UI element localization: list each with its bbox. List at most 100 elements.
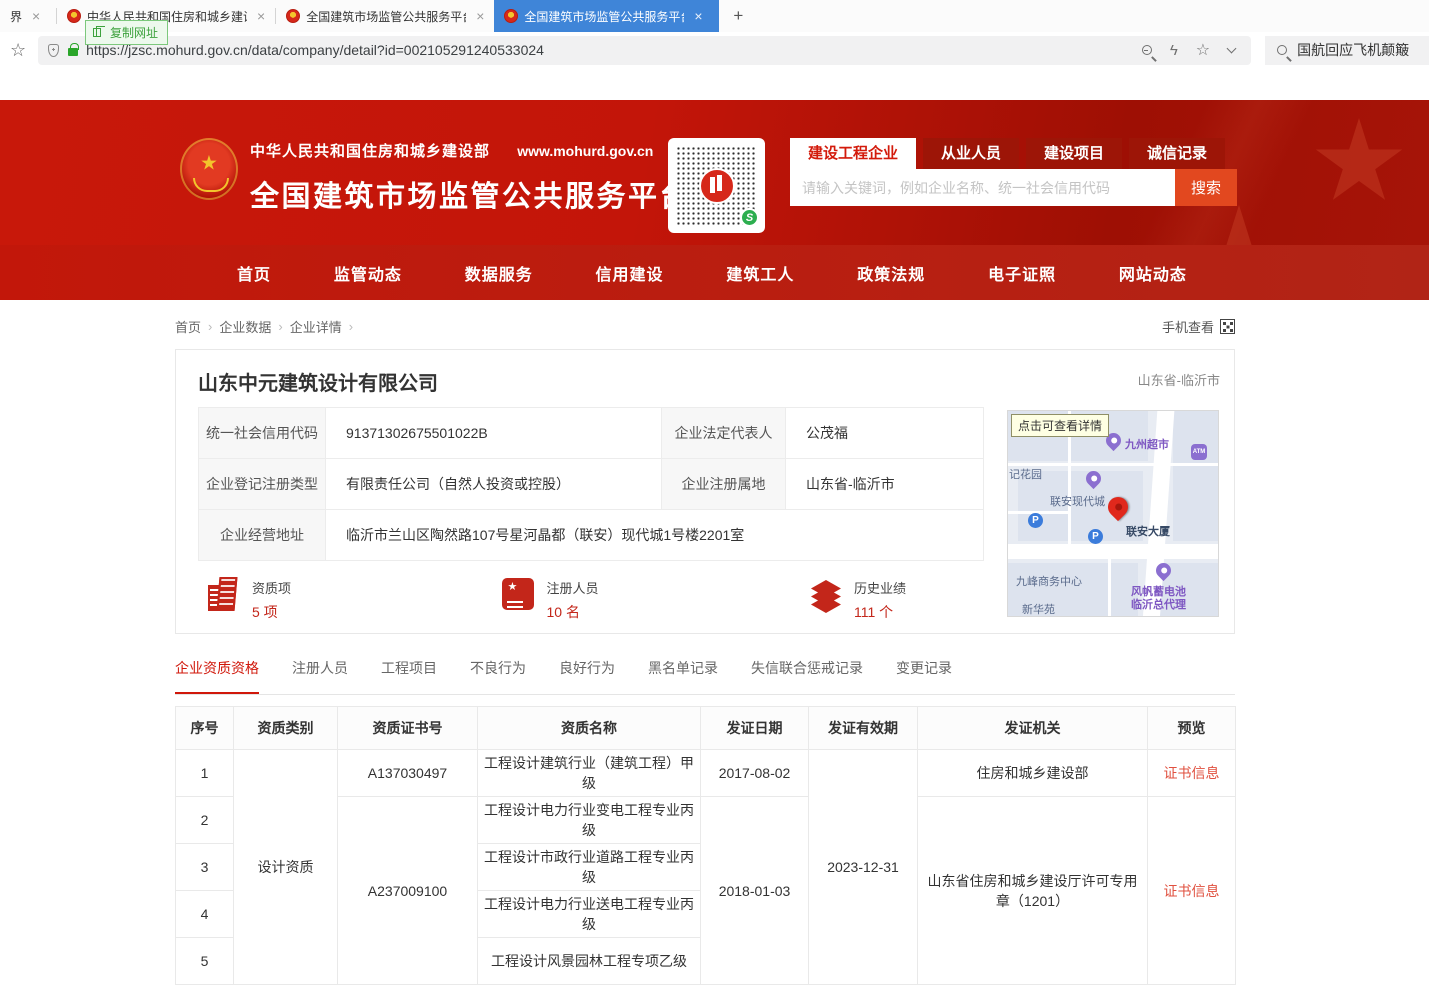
favorite-icon[interactable]: ☆ <box>1196 40 1210 60</box>
close-icon[interactable]: × <box>257 8 265 24</box>
new-tab-button[interactable]: + <box>719 0 757 32</box>
table-row: 企业登记注册类型 有限责任公司（自然人投资或控股） 企业注册属地 山东省-临沂市 <box>199 459 984 510</box>
mobile-view[interactable]: 手机查看 <box>1162 317 1235 336</box>
col-header-issue-date: 发证日期 <box>701 707 809 750</box>
copy-url-tooltip: 复制网址 <box>85 20 168 45</box>
company-card: 山东中元建筑设计有限公司 山东省-临沂市 统一社会信用代码 9137130267… <box>175 349 1235 634</box>
layers-icon <box>810 580 842 614</box>
nav-item-site-news[interactable]: 网站动态 <box>1119 261 1187 285</box>
map-label-supermarket: 九州超市 <box>1125 436 1169 452</box>
qr-code-icon[interactable] <box>1220 319 1235 334</box>
browser-toolbar: ☆ https://jzsc.mohurd.gov.cn/data/compan… <box>0 32 1429 68</box>
chevron-separator: › <box>278 319 282 334</box>
browser-tab-strip: 界 × 中华人民共和国住房和城乡建设 × 全国建筑市场监管公共服务平台 × 全国… <box>0 0 1429 32</box>
qualification-category: 设计资质 <box>234 750 338 985</box>
bookmark-star-icon[interactable]: ☆ <box>10 40 26 61</box>
stat-label: 资质项 <box>252 578 291 597</box>
search-icon <box>1277 45 1287 55</box>
breadcrumb: 首页 › 企业数据 › 企业详情 › 手机查看 <box>175 317 1235 336</box>
keyword-search-input[interactable] <box>790 169 1175 206</box>
tab-dishonesty-records[interactable]: 失信联合惩戒记录 <box>751 658 863 694</box>
stat-label: 历史业绩 <box>854 578 906 597</box>
col-header-no: 序号 <box>176 707 234 750</box>
stat-registered-personnel[interactable]: 注册人员 10 名 <box>502 578 598 622</box>
miniprogram-icon: S <box>740 208 759 227</box>
tab-good-behavior[interactable]: 良好行为 <box>559 658 615 694</box>
credit-code-label: 统一社会信用代码 <box>199 408 326 459</box>
trending-search-text[interactable]: 国航回应飞机颠簸 <box>1297 40 1409 60</box>
nav-item-policy[interactable]: 政策法规 <box>857 261 925 285</box>
url-text[interactable]: https://jzsc.mohurd.gov.cn/data/company/… <box>86 42 1142 58</box>
stat-qualifications[interactable]: 资质项 5 项 <box>206 578 291 622</box>
site-favicon-icon <box>67 9 81 23</box>
certificate-info-link[interactable]: 证书信息 <box>1164 765 1220 781</box>
browser-tab-active[interactable]: 全国建筑市场监管公共服务平台 × <box>494 0 719 32</box>
qualification-name: 工程设计电力行业送电工程专业丙级 <box>478 891 701 938</box>
issue-date: 2018-01-03 <box>701 797 809 985</box>
breadcrumb-home[interactable]: 首页 <box>175 317 201 336</box>
zoom-out-icon[interactable] <box>1142 45 1152 55</box>
issuing-authority: 住房和城乡建设部 <box>918 750 1148 797</box>
address-bar[interactable]: https://jzsc.mohurd.gov.cn/data/company/… <box>38 36 1251 65</box>
col-header-authority: 发证机关 <box>918 707 1148 750</box>
reg-type-label: 企业登记注册类型 <box>199 459 326 510</box>
company-region: 山东省-临沂市 <box>1138 370 1220 389</box>
atm-marker: ATM <box>1191 444 1207 460</box>
stat-value: 5 项 <box>252 602 291 622</box>
breadcrumb-company-data[interactable]: 企业数据 <box>219 317 271 336</box>
company-stats: 资质项 5 项 注册人员 10 名 历史业绩 111 个 <box>206 578 906 622</box>
stat-history-performance[interactable]: 历史业绩 111 个 <box>810 578 906 622</box>
close-icon[interactable]: × <box>694 8 702 24</box>
row-no: 4 <box>176 891 234 938</box>
map-label-xinhua: 新华苑 <box>1022 601 1055 617</box>
legal-rep-value: 公茂福 <box>786 408 984 459</box>
browser-tab-partial[interactable]: 界 × <box>0 0 56 32</box>
tab-projects[interactable]: 工程项目 <box>381 658 437 694</box>
issuing-authority: 山东省住房和城乡建设厅许可专用章（1201） <box>918 797 1148 985</box>
site-title-block: 中华人民共和国住房和城乡建设部 www.mohurd.gov.cn 全国建筑市场… <box>250 140 691 215</box>
stat-value: 111 个 <box>854 602 906 622</box>
tab-qualifications[interactable]: 企业资质资格 <box>175 658 259 694</box>
col-header-name: 资质名称 <box>478 707 701 750</box>
stat-label: 注册人员 <box>546 578 598 597</box>
col-header-cert-no: 资质证书号 <box>338 707 478 750</box>
tab-title: 界 <box>10 8 22 25</box>
search-tab-personnel[interactable]: 从业人员 <box>923 138 1019 169</box>
tab-blacklist[interactable]: 黑名单记录 <box>648 658 718 694</box>
browser-tab-jzsc[interactable]: 全国建筑市场监管公共服务平台 × <box>276 0 494 32</box>
secure-lock-icon <box>68 48 78 56</box>
qr-center-logo <box>699 168 735 204</box>
tab-bad-behavior[interactable]: 不良行为 <box>470 658 526 694</box>
address-value: 临沂市兰山区陶然路107号星河晶都（联安）现代城1号楼2201室 <box>326 510 984 561</box>
copy-icon <box>93 28 101 37</box>
breadcrumb-company-detail[interactable]: 企业详情 <box>290 317 342 336</box>
nav-item-credit[interactable]: 信用建设 <box>596 261 664 285</box>
lightning-icon[interactable]: ϟ <box>1170 42 1178 59</box>
tab-registered-personnel[interactable]: 注册人员 <box>292 658 348 694</box>
nav-item-supervision[interactable]: 监管动态 <box>334 261 402 285</box>
certificate-info-link[interactable]: 证书信息 <box>1164 883 1220 899</box>
search-tab-credit[interactable]: 诚信记录 <box>1129 138 1225 169</box>
shield-icon[interactable] <box>48 44 59 57</box>
map-label-lianan-modern: 联安现代城 <box>1050 493 1105 509</box>
main-nav: 首页 监管动态 数据服务 信用建设 建筑工人 政策法规 电子证照 网站动态 <box>0 245 1429 300</box>
site-favicon-icon <box>286 9 300 23</box>
search-button[interactable]: 搜索 <box>1175 169 1237 206</box>
close-icon[interactable]: × <box>32 8 40 24</box>
tab-change-records[interactable]: 变更记录 <box>896 658 952 694</box>
search-tab-project[interactable]: 建设项目 <box>1026 138 1122 169</box>
browser-search-box[interactable]: 国航回应飞机颠簸 <box>1265 36 1429 65</box>
close-icon[interactable]: × <box>476 8 484 24</box>
search-tab-enterprise[interactable]: 建设工程企业 <box>790 138 916 169</box>
certificate-icon <box>502 578 534 610</box>
map-road <box>1007 544 1219 559</box>
nav-item-workers[interactable]: 建筑工人 <box>726 261 794 285</box>
location-map[interactable]: 点击可查看详情 九州超市 ATM 记花园 联安现代城 P P 联安大厦 九峰商务… <box>1007 410 1219 617</box>
table-row: 统一社会信用代码 91371302675501022B 企业法定代表人 公茂福 <box>199 408 984 459</box>
nav-item-e-license[interactable]: 电子证照 <box>988 261 1056 285</box>
chevron-down-icon[interactable] <box>1227 43 1237 53</box>
search-category-tabs: 建设工程企业 从业人员 建设项目 诚信记录 <box>790 138 1237 169</box>
nav-item-home[interactable]: 首页 <box>237 261 271 285</box>
nav-item-data-service[interactable]: 数据服务 <box>465 261 533 285</box>
qualification-name: 工程设计市政行业道路工程专业丙级 <box>478 844 701 891</box>
